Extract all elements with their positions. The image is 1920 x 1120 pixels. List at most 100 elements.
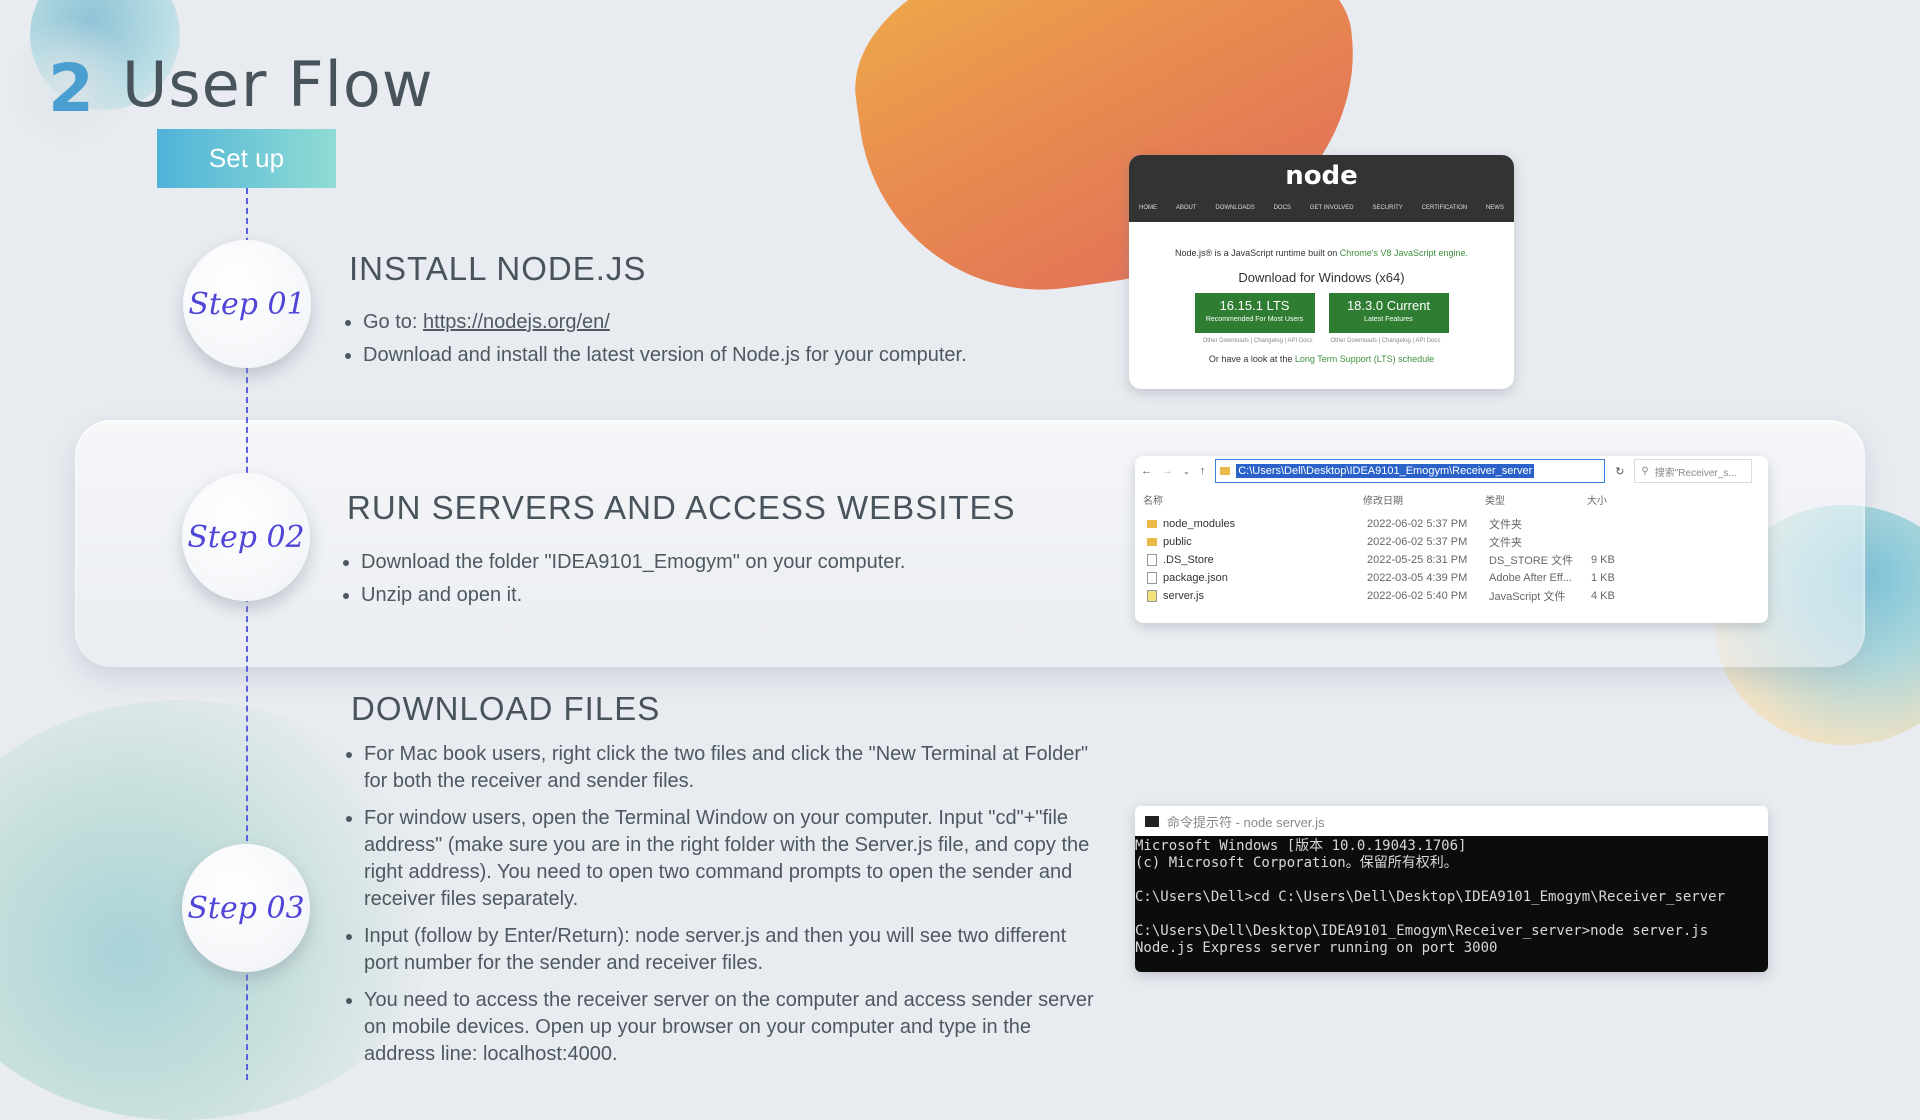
table-row[interactable]: .DS_Store 2022-05-25 8:31 PM DS_STORE 文件… — [1135, 551, 1768, 569]
nodejs-tagline: Node.js® is a JavaScript runtime built o… — [1129, 248, 1514, 258]
changelog-link[interactable]: Changelog — [1254, 338, 1283, 344]
other-downloads-link[interactable]: Other Downloads — [1203, 338, 1249, 344]
nav-item[interactable]: SECURITY — [1372, 205, 1402, 211]
js-file-icon — [1147, 590, 1157, 602]
sub-links-left: Other Downloads | Changelog | API Docs — [1202, 338, 1313, 344]
nav-item[interactable]: ABOUT — [1176, 205, 1197, 211]
list-item: For window users, open the Terminal Wind… — [364, 805, 1094, 913]
step-03-title: DOWNLOAD FILES — [351, 690, 661, 727]
table-row[interactable]: node_modules 2022-06-02 5:37 PM 文件夹 ​ — [1135, 515, 1768, 533]
file-name: package.json — [1163, 572, 1228, 584]
api-docs-link[interactable]: API Docs — [1287, 338, 1312, 344]
nodejs-header: node HOME ABOUT DOWNLOADS DOCS GET INVOL… — [1129, 155, 1514, 222]
search-placeholder: 搜索"Receiver_s... — [1654, 467, 1737, 479]
nav-item[interactable]: DOCS — [1274, 205, 1291, 211]
file-type: 文件夹 — [1489, 519, 1522, 531]
terminal-line: Node.js Express server running on port 3… — [1135, 940, 1498, 956]
nav-item[interactable]: HOME — [1139, 205, 1157, 211]
page-title: User Flow — [122, 48, 434, 121]
v8-link[interactable]: Chrome's V8 JavaScript engine. — [1340, 248, 1468, 258]
chevron-down-icon[interactable]: ⌄ — [1183, 467, 1190, 476]
column-header[interactable]: 大小 — [1587, 492, 1647, 507]
explorer-search-input[interactable]: ⚲ 搜索"Receiver_s... — [1634, 459, 1753, 483]
step-03-badge: Step 03 — [182, 844, 310, 972]
section-number: 2 — [48, 50, 94, 127]
api-docs-link[interactable]: API Docs — [1415, 338, 1440, 344]
lts-schedule-note: Or have a look at the Long Term Support … — [1129, 354, 1514, 364]
changelog-link[interactable]: Changelog — [1382, 338, 1411, 344]
terminal-line: C:\Users\Dell\Desktop\IDEA9101_Emogym\Re… — [1135, 923, 1709, 939]
footer-text: Or have a look at the — [1208, 354, 1295, 364]
download-title: Download for Windows (x64) — [1238, 270, 1405, 285]
current-version: 18.3.0 Current — [1346, 298, 1431, 313]
bullet-text: Go to: — [363, 311, 424, 333]
folder-icon — [1147, 538, 1157, 546]
file-type: Adobe After Eff... — [1489, 572, 1572, 584]
step-01-title: INSTALL NODE.JS — [349, 250, 647, 287]
nav-item[interactable]: DOWNLOADS — [1215, 205, 1254, 211]
terminal-line: C:\Users\Dell>cd C:\Users\Dell\Desktop\I… — [1135, 889, 1726, 905]
nav-item[interactable]: GET INVOLVED — [1310, 205, 1354, 211]
nav-item[interactable]: NEWS — [1486, 205, 1504, 211]
refresh-icon[interactable]: ↻ — [1615, 465, 1624, 478]
sub-links-right: Other Downloads | Changelog | API Docs — [1330, 338, 1441, 344]
explorer-toolbar: ← → ⌄ ↑ C:\Users\Dell\Desktop\IDEA9101_E… — [1135, 456, 1768, 486]
list-item: Download the folder "IDEA9101_Emogym" on… — [361, 549, 1101, 576]
terminal-line: (c) Microsoft Corporation。保留所有权利。 — [1135, 855, 1458, 871]
list-item: Download and install the latest version … — [363, 342, 1103, 369]
list-item: Input (follow by Enter/Return): node ser… — [364, 923, 1094, 977]
forward-arrow-icon[interactable]: → — [1162, 465, 1173, 477]
column-header[interactable]: 修改日期 — [1363, 492, 1485, 507]
file-date: 2022-06-02 5:37 PM — [1367, 518, 1468, 530]
up-arrow-icon[interactable]: ↑ — [1200, 465, 1206, 477]
file-size: ​ — [1591, 518, 1651, 530]
file-type: JavaScript 文件 — [1489, 591, 1566, 603]
terminal-line: Microsoft Windows [版本 10.0.19043.1706] — [1135, 838, 1467, 854]
tagline-text: Node.js® is a JavaScript runtime built o… — [1175, 248, 1340, 258]
column-header[interactable]: 类型 — [1485, 492, 1587, 507]
list-item: Unzip and open it. — [361, 582, 1101, 609]
file-type: DS_STORE 文件 — [1489, 555, 1574, 567]
terminal-screenshot: 命令提示符 - node server.js Microsoft Windows… — [1135, 806, 1768, 972]
step-02-badge: Step 02 — [182, 473, 310, 601]
file-name: server.js — [1163, 590, 1204, 602]
step-02-title: RUN SERVERS AND ACCESS WEBSITES — [347, 489, 1016, 526]
download-sub-links: Other Downloads | Changelog | API Docs O… — [1129, 338, 1514, 344]
file-type: 文件夹 — [1489, 537, 1522, 549]
column-header[interactable]: 名称 — [1143, 492, 1363, 507]
file-name: node_modules — [1163, 518, 1236, 530]
file-date: 2022-05-25 8:31 PM — [1367, 554, 1468, 566]
explorer-file-list: node_modules 2022-06-02 5:37 PM 文件夹 ​ pu… — [1135, 515, 1768, 605]
lts-schedule-link[interactable]: Long Term Support (LTS) schedule — [1295, 354, 1434, 364]
nodejs-link[interactable]: https://nodejs.org/en/ — [423, 311, 610, 333]
file-size: 1 KB — [1591, 572, 1615, 584]
explorer-columns: 名称 修改日期 类型 大小 — [1135, 492, 1768, 507]
lts-version: 16.15.1 LTS — [1219, 298, 1290, 313]
address-path: C:\Users\Dell\Desktop\IDEA9101_Emogym\Re… — [1236, 464, 1535, 478]
current-subtitle: Latest Features — [1364, 316, 1413, 323]
table-row[interactable]: server.js 2022-06-02 5:40 PM JavaScript … — [1135, 587, 1768, 605]
table-row[interactable]: public 2022-06-02 5:37 PM 文件夹 ​ — [1135, 533, 1768, 551]
terminal-icon — [1145, 815, 1159, 827]
terminal-line: ​ — [1135, 872, 1768, 889]
file-date: 2022-03-05 4:39 PM — [1367, 572, 1468, 584]
step-01-badge: Step 01 — [183, 240, 311, 368]
current-download-button[interactable]: 18.3.0 Current Latest Features — [1328, 293, 1449, 333]
folder-icon — [1147, 520, 1157, 528]
nodejs-nav: HOME ABOUT DOWNLOADS DOCS GET INVOLVED S… — [1139, 205, 1504, 211]
terminal-output[interactable]: Microsoft Windows [版本 10.0.19043.1706] (c… — [1135, 836, 1768, 972]
file-size: 4 KB — [1591, 590, 1615, 602]
terminal-title: 命令提示符 - node server.js — [1167, 814, 1325, 830]
step-03-bullets: For Mac book users, right click the two … — [344, 741, 1094, 1078]
lts-subtitle: Recommended For Most Users — [1205, 316, 1304, 323]
back-arrow-icon[interactable]: ← — [1141, 465, 1152, 477]
lts-download-button[interactable]: 16.15.1 LTS Recommended For Most Users — [1194, 293, 1315, 333]
file-icon — [1147, 572, 1157, 584]
setup-badge: Set up — [157, 129, 336, 188]
folder-icon — [1220, 467, 1231, 475]
address-bar[interactable]: C:\Users\Dell\Desktop\IDEA9101_Emogym\Re… — [1215, 459, 1606, 483]
table-row[interactable]: package.json 2022-03-05 4:39 PM Adobe Af… — [1135, 569, 1768, 587]
nav-item[interactable]: CERTIFICATION — [1422, 205, 1467, 211]
other-downloads-link[interactable]: Other Downloads — [1331, 338, 1377, 344]
file-date: 2022-06-02 5:40 PM — [1367, 590, 1468, 602]
